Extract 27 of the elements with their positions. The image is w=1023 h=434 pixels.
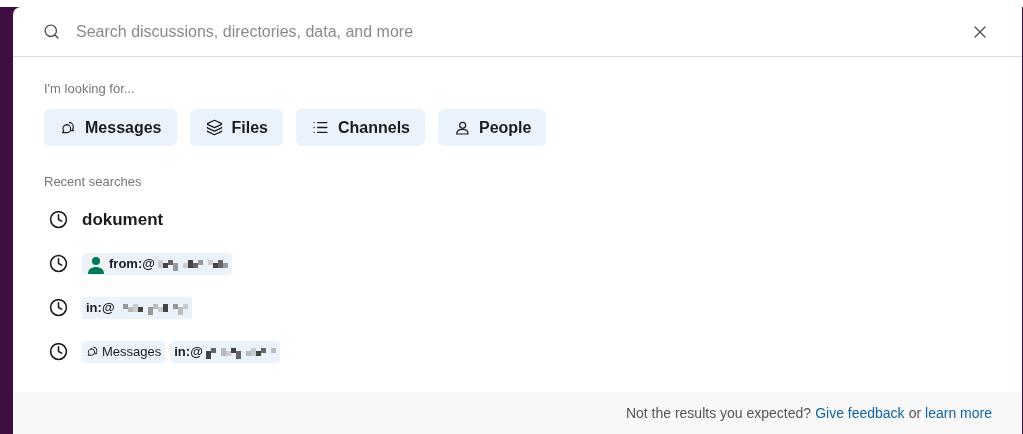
filter-chip[interactable]: Channels — [295, 109, 425, 146]
section-heading: Recent searches — [44, 174, 143, 189]
recent-search-item[interactable]: dokument — [82, 209, 164, 230]
layers-icon — [205, 119, 223, 136]
list-icon — [311, 119, 329, 136]
footer-text: or — [908, 405, 922, 421]
search-filter-token[interactable]: from:@ — [82, 252, 232, 275]
speech-bubbles-icon — [86, 345, 99, 358]
clock-icon — [49, 254, 68, 273]
filter-chip[interactable]: Messages — [44, 109, 177, 146]
search-filter-token[interactable]: in:@ — [82, 296, 192, 319]
speech-bubbles-icon — [60, 119, 76, 136]
feedback-link[interactable]: Give feedback — [815, 405, 905, 421]
filter-chip[interactable]: People — [438, 109, 547, 146]
person-icon — [454, 119, 470, 136]
clock-icon — [49, 342, 68, 361]
search-field[interactable]: Search discussions, directories, data, and more — [74, 21, 956, 42]
user-avatar-icon — [86, 253, 106, 274]
search-filter-token[interactable]: Messages — [82, 340, 166, 363]
clock-icon — [49, 298, 68, 317]
search-filter-token[interactable]: in:@ — [170, 340, 280, 363]
learn-more-link[interactable]: learn more — [925, 405, 992, 421]
search-icon — [43, 23, 60, 40]
filter-chip[interactable]: Files — [189, 109, 283, 146]
section-heading: I'm looking for... — [44, 81, 136, 96]
footer-text: Not the results you expected? — [625, 405, 812, 421]
clock-icon — [49, 210, 68, 229]
